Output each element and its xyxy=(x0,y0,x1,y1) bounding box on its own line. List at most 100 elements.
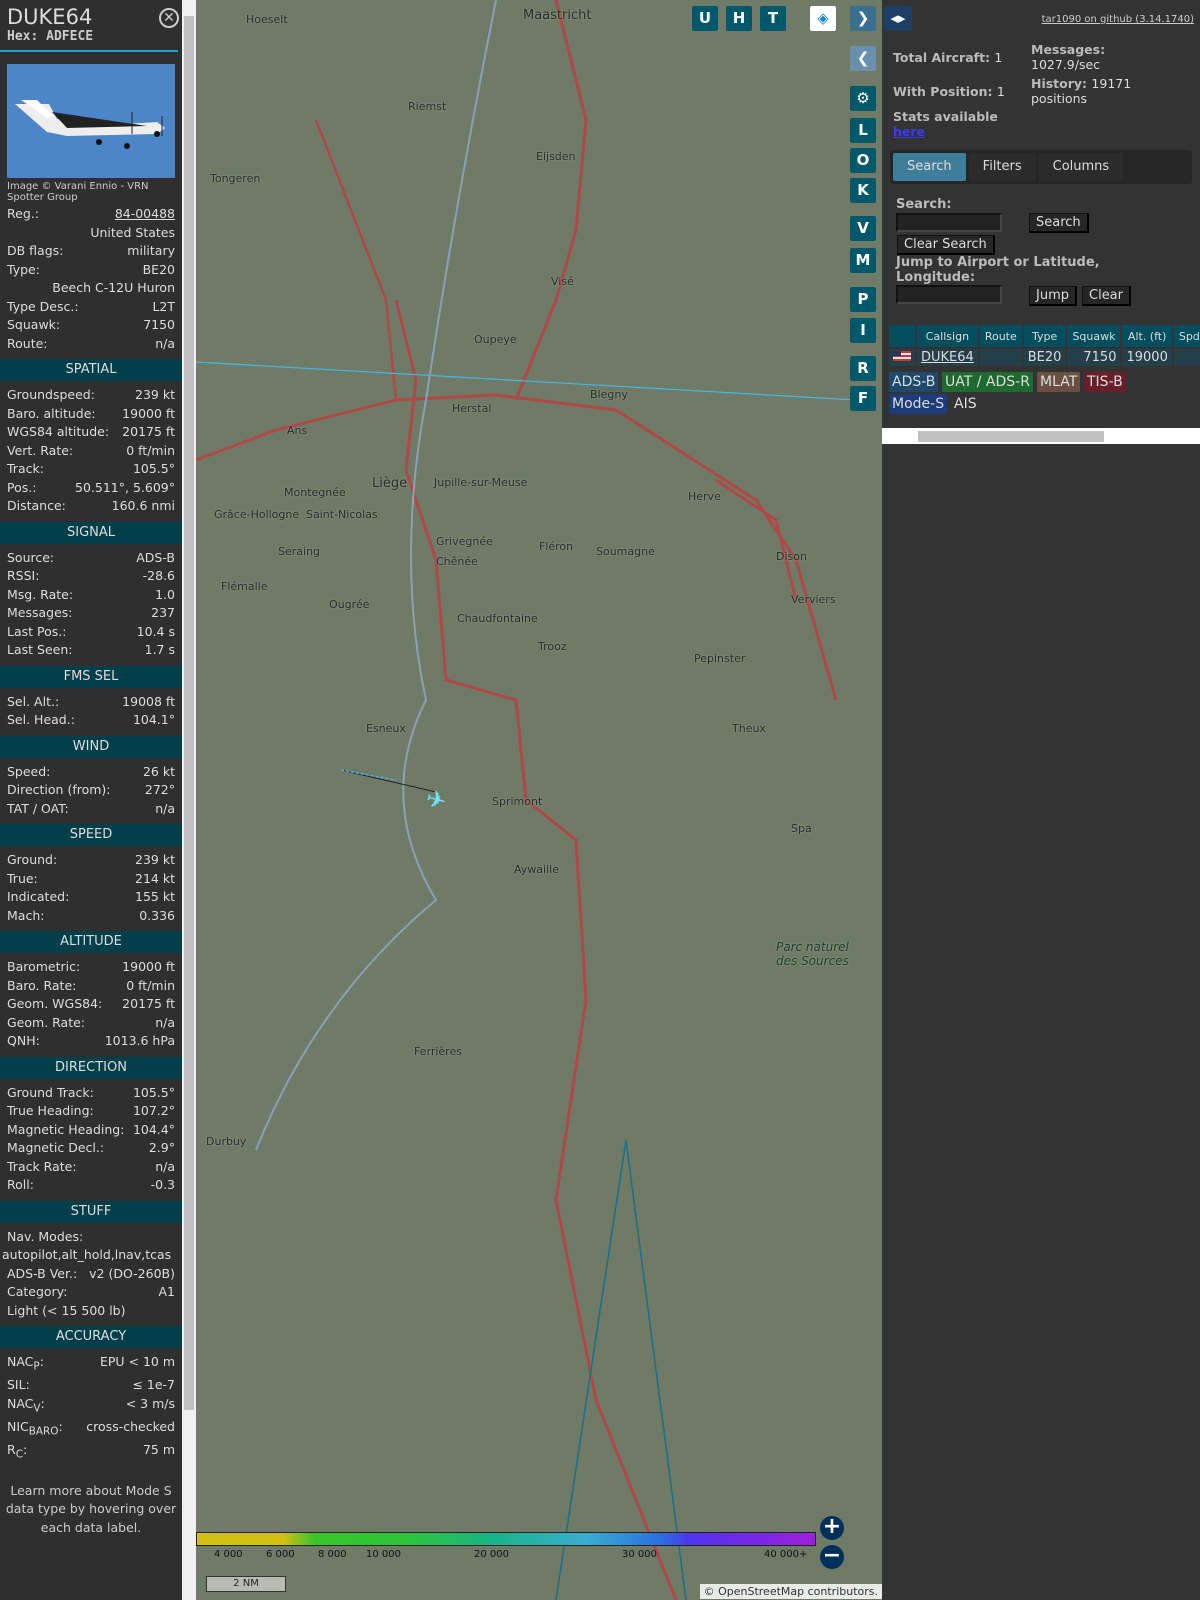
detail-label[interactable]: RC: xyxy=(7,1441,27,1464)
expand-right-button[interactable]: ❯ xyxy=(850,6,876,31)
detail-label[interactable]: TAT / OAT: xyxy=(7,800,69,819)
detail-label[interactable]: Magnetic Heading: xyxy=(7,1121,124,1140)
info-label: Squawk: xyxy=(7,317,61,332)
map-button-i[interactable]: I xyxy=(850,318,876,343)
info-row: Type Desc.: L2T xyxy=(0,298,182,317)
registration-link[interactable]: 84-00488 xyxy=(115,205,175,224)
detail-row: Source: ADS-B xyxy=(0,549,182,568)
detail-row: Nav. Modes: xyxy=(0,1228,182,1247)
search-input[interactable] xyxy=(896,213,1002,232)
map-place-label: Spa xyxy=(791,822,812,835)
detail-row: QNH: 1013.6 hPa xyxy=(0,1032,182,1051)
clear-search-button[interactable]: Clear Search xyxy=(897,235,995,255)
zoom-in-button[interactable]: + xyxy=(820,1516,844,1540)
detail-label[interactable]: Pos.: xyxy=(7,479,36,498)
close-icon[interactable]: ✕ xyxy=(159,8,179,28)
detail-label[interactable]: NACP: xyxy=(7,1353,44,1376)
column-header[interactable]: Alt. (ft) xyxy=(1122,325,1172,347)
jump-input[interactable] xyxy=(896,285,1002,304)
detail-label[interactable]: ADS-B Ver.: xyxy=(7,1265,77,1284)
detail-label[interactable]: Sel. Head.: xyxy=(7,711,75,730)
jump-button[interactable]: Jump xyxy=(1029,286,1077,306)
detail-label[interactable]: Last Pos.: xyxy=(7,623,66,642)
detail-label[interactable]: True Heading: xyxy=(7,1102,94,1121)
detail-label[interactable]: Mach: xyxy=(7,907,44,926)
detail-label[interactable]: Track: xyxy=(7,460,44,479)
detail-label[interactable]: Messages: xyxy=(7,604,73,623)
column-header[interactable]: Type xyxy=(1023,325,1066,347)
toggle-sidebar-button[interactable]: ◂▸ xyxy=(884,6,912,31)
detail-label[interactable]: RSSI: xyxy=(7,567,39,586)
map-button-o[interactable]: O xyxy=(850,148,876,173)
left-panel-scrollbar[interactable] xyxy=(182,0,196,1600)
detail-label[interactable]: True: xyxy=(7,870,38,889)
detail-row: Indicated: 155 kt xyxy=(0,888,182,907)
detail-label[interactable]: SIL: xyxy=(7,1376,30,1395)
detail-label[interactable]: Barometric: xyxy=(7,958,80,977)
settings-gear-icon[interactable]: ⚙ xyxy=(850,86,876,111)
detail-label[interactable]: Ground: xyxy=(7,851,57,870)
detail-label[interactable]: Baro. altitude: xyxy=(7,405,96,424)
aircraft-photo[interactable] xyxy=(7,64,175,178)
map-button-t[interactable]: T xyxy=(760,6,786,31)
detail-label[interactable]: NACV: xyxy=(7,1395,45,1418)
zoom-out-button[interactable]: − xyxy=(820,1545,844,1569)
map-button-r[interactable]: R xyxy=(850,356,876,381)
detail-label[interactable]: Ground Track: xyxy=(7,1084,94,1103)
detail-label[interactable]: WGS84 altitude: xyxy=(7,423,109,442)
detail-label[interactable]: Vert. Rate: xyxy=(7,442,73,461)
detail-label[interactable]: Track Rate: xyxy=(7,1158,77,1177)
detail-label[interactable]: Roll: xyxy=(7,1176,34,1195)
column-header[interactable]: Callsign xyxy=(917,325,978,347)
stats-link[interactable]: here xyxy=(893,124,925,139)
right-panel: ◂▸ tar1090 on github (3.14.1740) Total A… xyxy=(882,0,1200,1600)
detail-label[interactable]: Magnetic Decl.: xyxy=(7,1139,104,1158)
map-button-k[interactable]: K xyxy=(850,178,876,203)
column-header[interactable]: Route xyxy=(979,325,1022,347)
map[interactable]: ✈ Maastricht Hoeselt Riemst Tongeren Eijsden… xyxy=(196,0,882,1600)
column-header[interactable]: Spd. xyxy=(1173,325,1200,347)
detail-label[interactable]: Groundspeed: xyxy=(7,386,95,405)
tab-search[interactable]: Search xyxy=(893,153,966,181)
map-button-l[interactable]: L xyxy=(850,118,876,143)
detail-label[interactable]: NICBARO: xyxy=(7,1418,63,1441)
callsign-cell[interactable]: DUKE64 xyxy=(917,349,978,366)
map-button-u[interactable]: U xyxy=(692,6,718,31)
detail-label[interactable]: Baro. Rate: xyxy=(7,977,76,996)
detail-label[interactable]: Geom. Rate: xyxy=(7,1014,85,1033)
detail-label[interactable]: Direction (from): xyxy=(7,781,111,800)
map-button-v[interactable]: V xyxy=(850,216,876,241)
detail-label[interactable]: Source: xyxy=(7,549,54,568)
detail-label[interactable]: Indicated: xyxy=(7,888,69,907)
github-link[interactable]: tar1090 on github (3.14.1740) xyxy=(1042,14,1194,25)
collapse-left-button[interactable]: ❮ xyxy=(850,46,876,71)
column-header[interactable] xyxy=(889,325,915,347)
tab-filters[interactable]: Filters xyxy=(968,153,1036,181)
detail-label[interactable]: Speed: xyxy=(7,763,50,782)
search-button[interactable]: Search xyxy=(1029,213,1089,233)
detail-label[interactable]: Category: xyxy=(7,1283,67,1302)
detail-label[interactable]: Last Seen: xyxy=(7,641,72,660)
detail-label[interactable]: QNH: xyxy=(7,1032,40,1051)
detail-label[interactable]: Light (< 15 500 lb) xyxy=(7,1302,126,1321)
detail-label[interactable]: Sel. Alt.: xyxy=(7,693,59,712)
map-button-h[interactable]: H xyxy=(726,6,752,31)
map-button-p[interactable]: P xyxy=(850,287,876,312)
detail-row: Last Seen: 1.7 s xyxy=(0,641,182,660)
map-button-f[interactable]: F xyxy=(850,386,876,411)
map-place-label: Chênée xyxy=(436,555,478,568)
tab-columns[interactable]: Columns xyxy=(1038,153,1124,181)
detail-label[interactable]: Geom. WGS84: xyxy=(7,995,102,1014)
table-horizontal-scrollbar[interactable] xyxy=(882,428,1200,444)
map-button-m[interactable]: M xyxy=(850,248,876,273)
detail-label[interactable]: Distance: xyxy=(7,497,66,516)
detail-label[interactable]: Nav. Modes: xyxy=(7,1228,83,1247)
detail-value: 107.2° xyxy=(132,1103,175,1118)
layers-button[interactable]: ◈ xyxy=(810,6,836,31)
table-row[interactable]: DUKE64 BE20 7150 19000 xyxy=(889,349,1200,366)
map-place-label: Fléron xyxy=(539,540,574,553)
detail-label[interactable]: Msg. Rate: xyxy=(7,586,73,605)
column-header[interactable]: Squawk xyxy=(1067,325,1121,347)
clear-button[interactable]: Clear xyxy=(1082,286,1131,306)
map-attribution[interactable]: © OpenStreetMap contributors. xyxy=(699,1584,882,1599)
